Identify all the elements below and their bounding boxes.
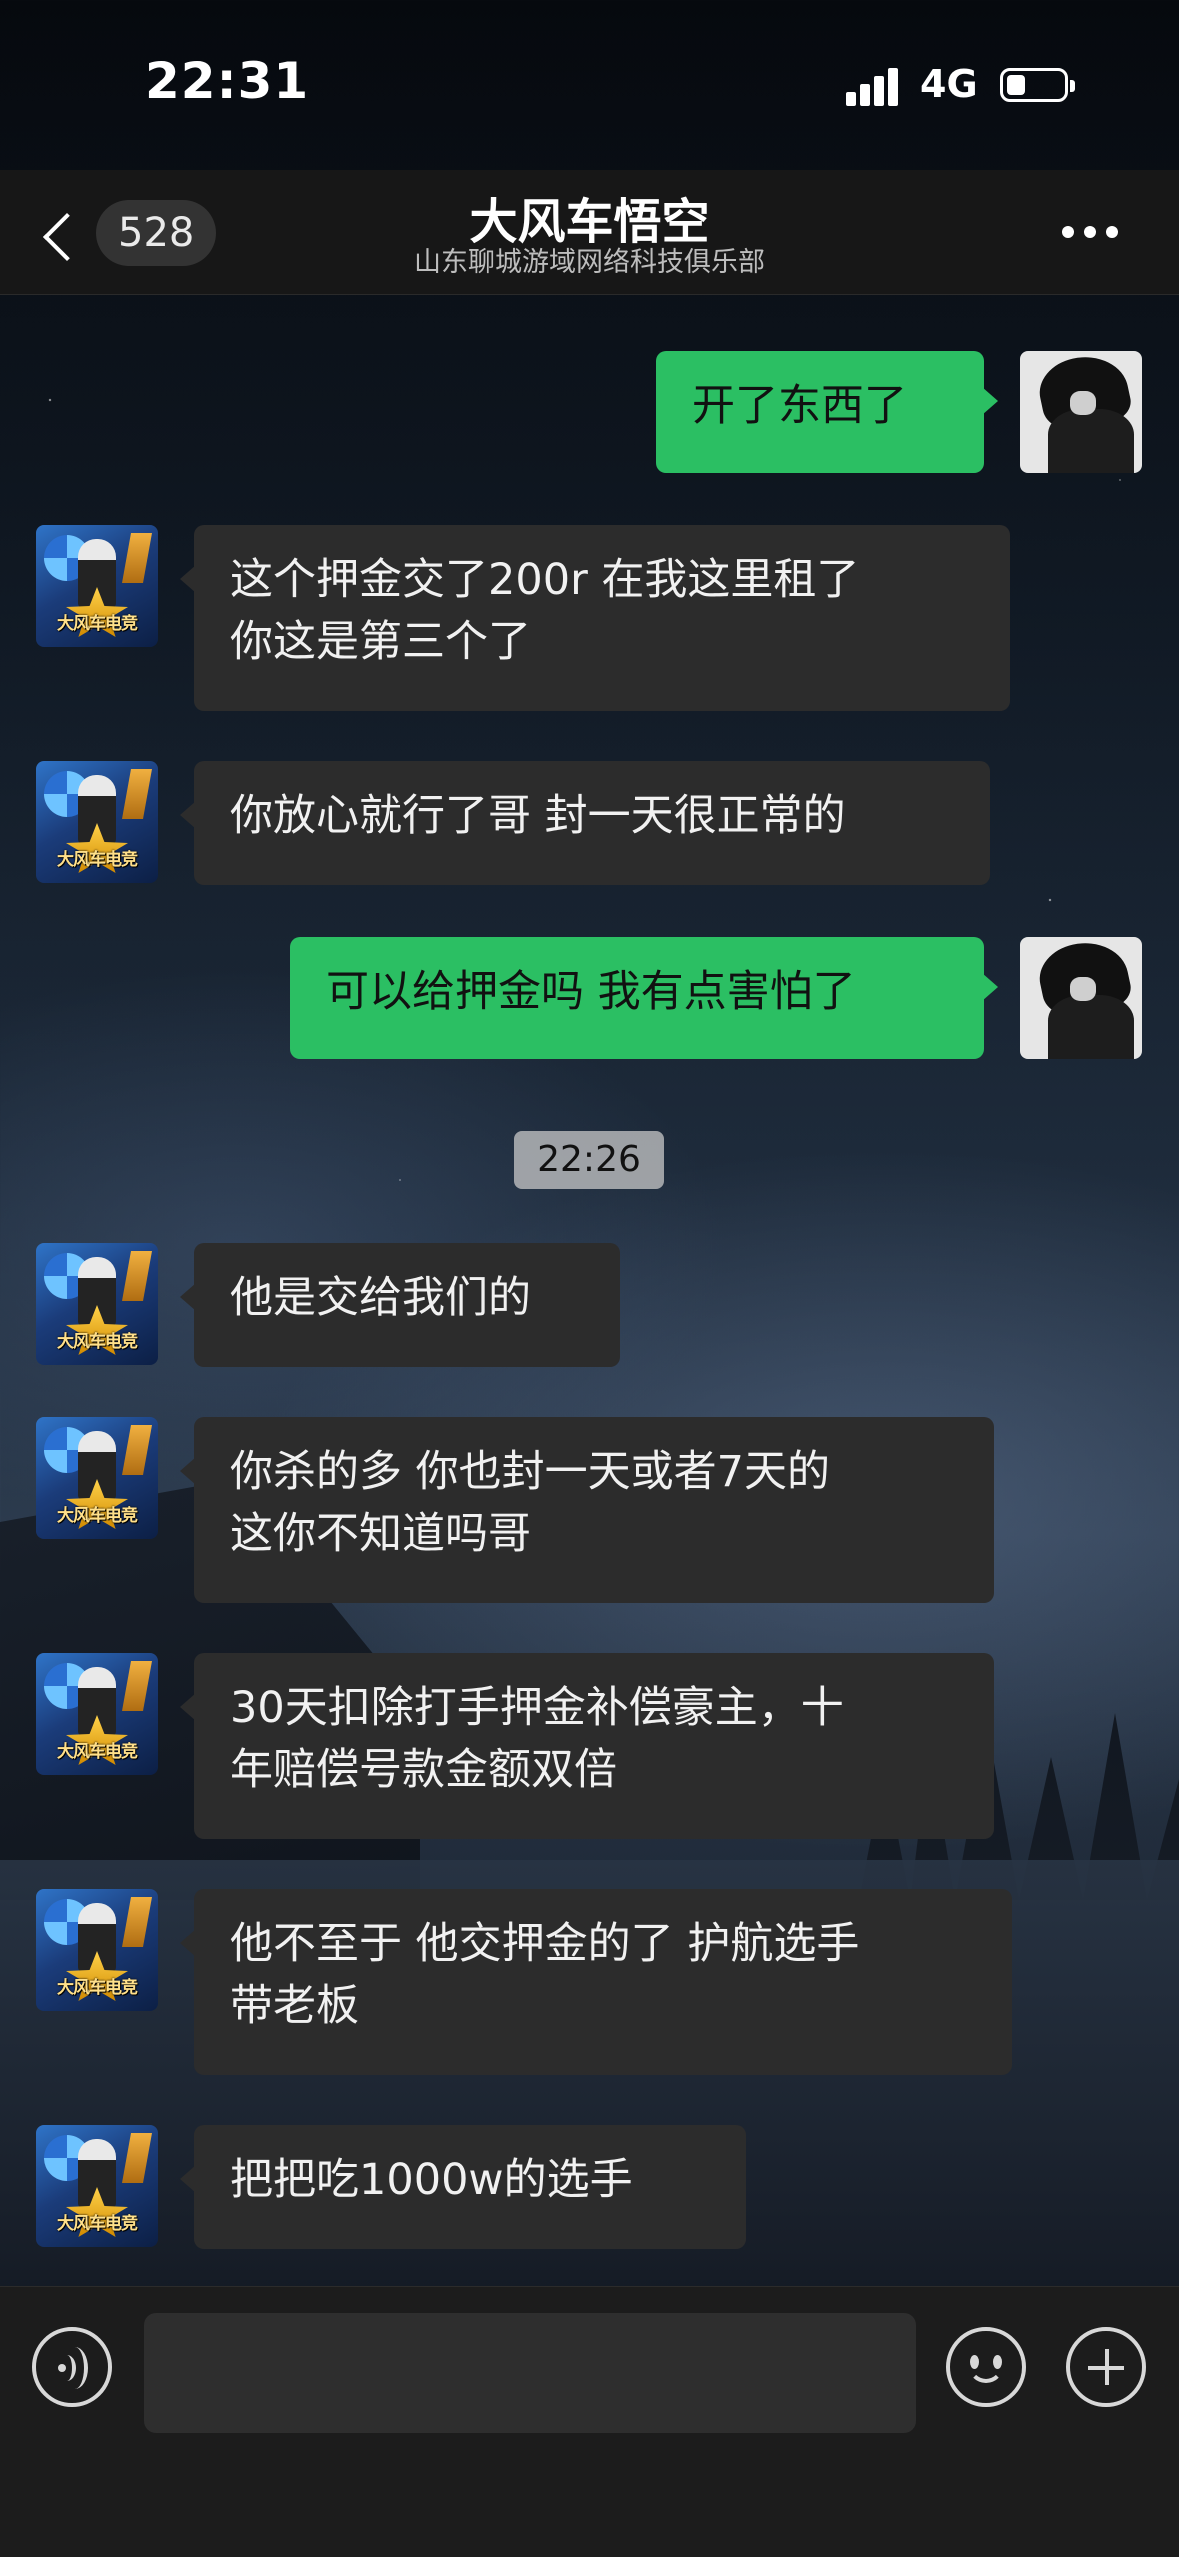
nav-bar: 528 大风车悟空 山东聊城游域网络科技俱乐部 (0, 170, 1179, 295)
message-row: 大风车电竞 把把吃1000w的选手 (0, 2125, 1179, 2249)
my-avatar[interactable] (1020, 351, 1142, 473)
peer-avatar[interactable]: 大风车电竞 (36, 2125, 158, 2247)
time-separator: 22:26 (514, 1131, 664, 1189)
message-bubble[interactable]: 这个押金交了200r 在我这里租了 你这是第三个了 (180, 525, 1010, 711)
battery-icon (1000, 68, 1075, 102)
more-options-button[interactable] (1062, 222, 1122, 246)
message-bubble[interactable]: 可以给押金吗 我有点害怕了 (290, 937, 998, 1059)
peer-avatar[interactable]: 大风车电竞 (36, 1889, 158, 2011)
status-bar: 22:31 4G (0, 0, 1179, 170)
message-row: 大风车电竞 你放心就行了哥 封一天很正常的 (0, 761, 1179, 885)
message-row: 开了东西了 (0, 351, 1179, 475)
message-bubble[interactable]: 开了东西了 (656, 351, 998, 473)
peer-avatar[interactable]: 大风车电竞 (36, 525, 158, 647)
peer-avatar[interactable]: 大风车电竞 (36, 1243, 158, 1365)
voice-input-button[interactable] (32, 2327, 112, 2407)
message-row: 大风车电竞 他不至于 他交押金的了 护航选手 带老板 (0, 1889, 1179, 2075)
message-bubble[interactable]: 他不至于 他交押金的了 护航选手 带老板 (180, 1889, 1012, 2075)
message-row: 大风车电竞 你杀的多 你也封一天或者7天的 这你不知道吗哥 (0, 1417, 1179, 1603)
signal-icon (846, 66, 906, 106)
network-label: 4G (920, 62, 978, 106)
peer-avatar[interactable]: 大风车电竞 (36, 1653, 158, 1775)
peer-avatar[interactable]: 大风车电竞 (36, 1417, 158, 1539)
more-actions-plus-button[interactable] (1066, 2327, 1146, 2407)
message-row: 大风车电竞 他是交给我们的 (0, 1243, 1179, 1367)
message-bubble[interactable]: 他是交给我们的 (180, 1243, 620, 1367)
message-row: 大风车电竞 30天扣除打手押金补偿豪主，十 年赔偿号款金额双倍 (0, 1653, 1179, 1839)
message-row: 大风车电竞 这个押金交了200r 在我这里租了 你这是第三个了 (0, 525, 1179, 711)
message-row: 可以给押金吗 我有点害怕了 (0, 937, 1179, 1061)
chat-subtitle: 山东聊城游域网络科技俱乐部 (414, 247, 765, 278)
message-input[interactable] (144, 2313, 916, 2433)
status-time: 22:31 (145, 52, 310, 110)
input-bar (0, 2286, 1179, 2557)
message-bubble[interactable]: 你杀的多 你也封一天或者7天的 这你不知道吗哥 (180, 1417, 994, 1603)
message-bubble[interactable]: 你放心就行了哥 封一天很正常的 (180, 761, 990, 885)
peer-avatar[interactable]: 大风车电竞 (36, 761, 158, 883)
message-bubble[interactable]: 30天扣除打手押金补偿豪主，十 年赔偿号款金额双倍 (180, 1653, 994, 1839)
message-bubble[interactable]: 把把吃1000w的选手 (180, 2125, 746, 2249)
my-avatar[interactable] (1020, 937, 1142, 1059)
emoji-button[interactable] (946, 2327, 1026, 2407)
chat-message-list[interactable]: 开了东西了 大风车电竞 这个押金交了200r 在我这里租了 你这是第三个了 大风… (0, 295, 1179, 2285)
more-dots-icon (1062, 226, 1074, 238)
